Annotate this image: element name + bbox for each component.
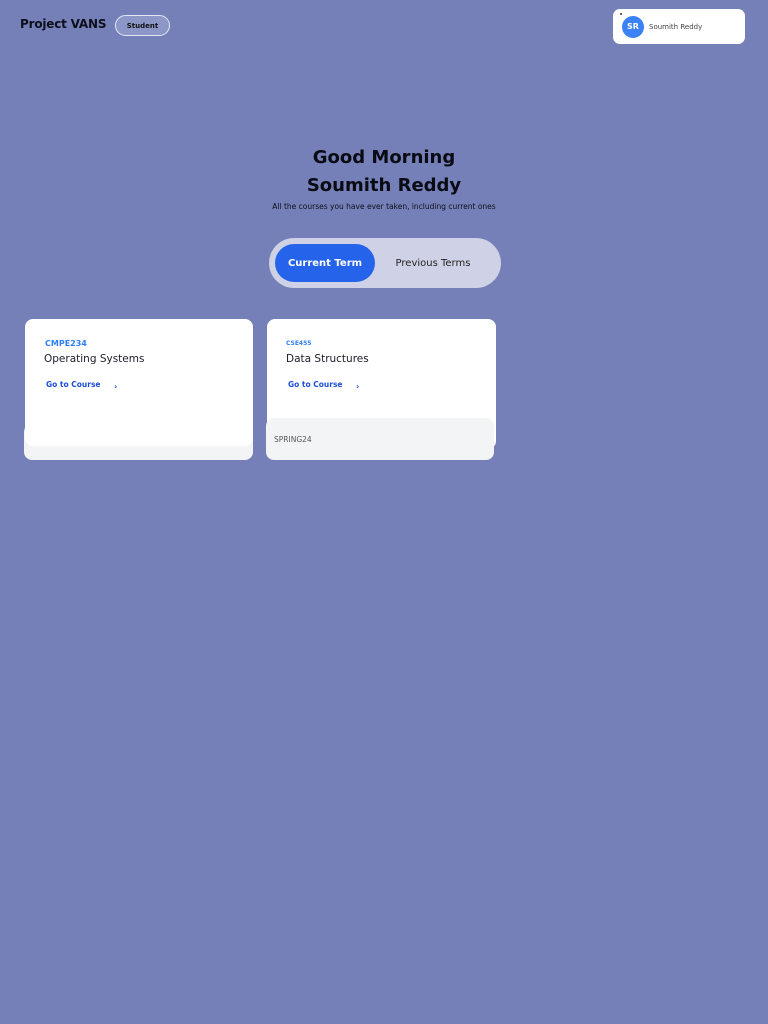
chevron-right-icon[interactable]: › (114, 382, 117, 391)
greeting-subtitle: All the courses you have ever taken, inc… (272, 202, 496, 211)
brand-title[interactable]: Project VANS (20, 17, 106, 31)
term-toggle: Current Term Previous Terms (269, 238, 501, 288)
course-term-label: SPRING24 (266, 418, 494, 460)
tab-current-term[interactable]: Current Term (275, 244, 375, 282)
status-dot (620, 13, 622, 15)
go-to-course-link[interactable]: Go to Course (46, 380, 101, 389)
tab-previous-terms[interactable]: Previous Terms (375, 244, 491, 282)
greeting-heading: Good Morning Soumith Reddy (0, 144, 768, 200)
chevron-right-icon[interactable]: › (356, 382, 359, 391)
course-dashboard: Project VANS Student SR Soumith Reddy Go… (0, 0, 768, 1024)
course-card-body: CMPE234 Operating Systems Go to Course › (25, 319, 253, 446)
greeting-line: Good Morning (312, 147, 456, 168)
user-profile-chip[interactable]: SR Soumith Reddy (613, 9, 745, 44)
course-title: Operating Systems (44, 353, 145, 365)
course-code: CSE455 (286, 340, 312, 347)
role-badge: Student (115, 15, 170, 36)
greeting-user-name: Soumith Reddy (306, 175, 462, 196)
go-to-course-link[interactable]: Go to Course (288, 380, 343, 389)
course-code: CMPE234 (45, 339, 87, 348)
user-name: Soumith Reddy (649, 22, 703, 31)
avatar: SR (622, 15, 644, 38)
course-title: Data Structures (286, 353, 369, 365)
